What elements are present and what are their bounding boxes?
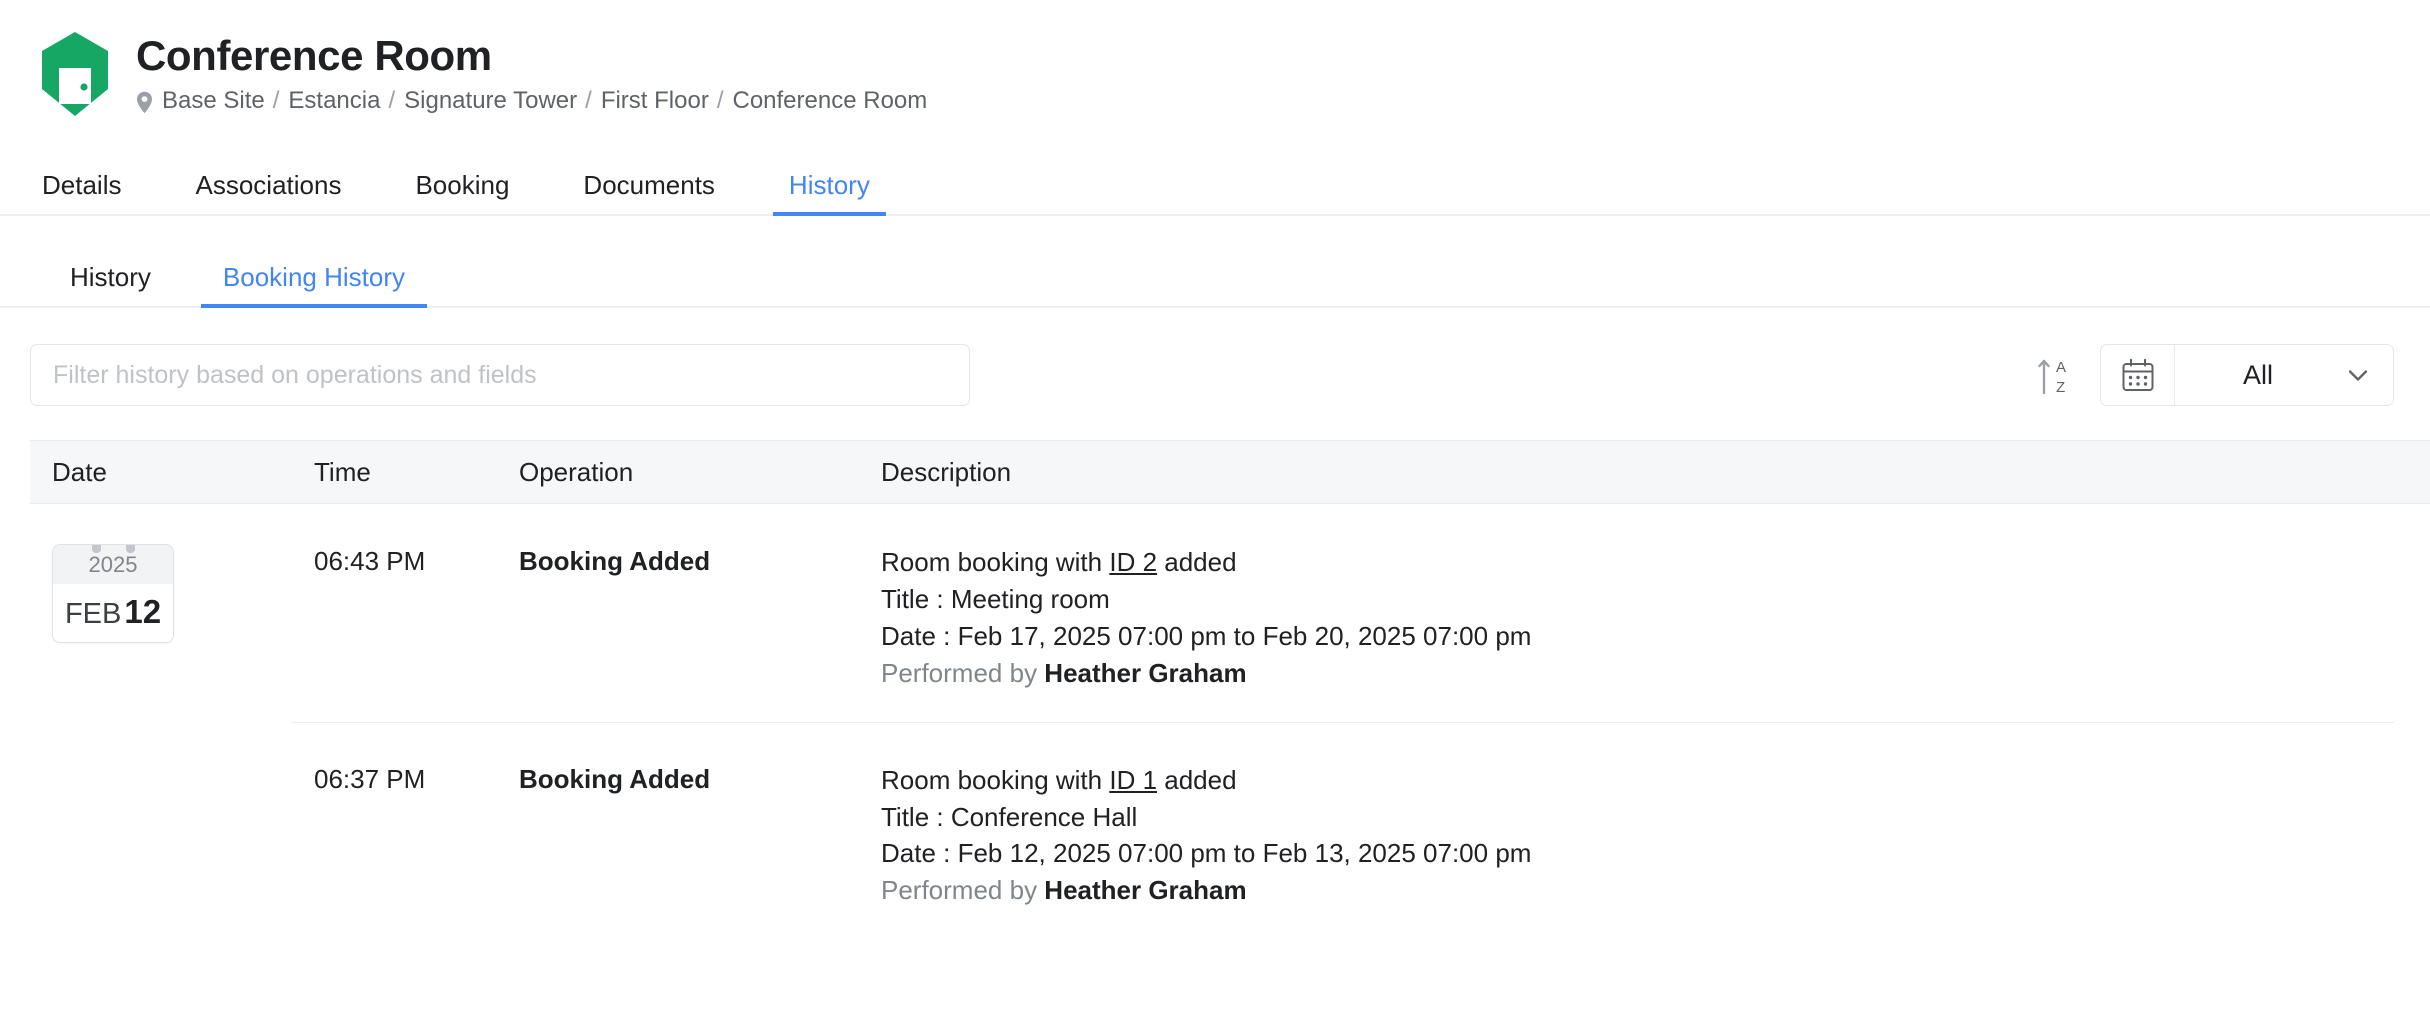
chevron-down-icon — [2345, 362, 2371, 388]
tab-associations[interactable]: Associations — [189, 172, 347, 214]
filter-history-input[interactable] — [30, 344, 970, 406]
column-header-description: Description — [881, 459, 2430, 485]
desc-suffix: added — [1157, 765, 1237, 795]
door-logo-icon — [36, 30, 114, 118]
date-chip-day-block: FEB12 — [53, 584, 173, 642]
table-header-row: Date Time Operation Description — [30, 440, 2430, 504]
breadcrumb-separator: / — [388, 89, 395, 113]
description-line-title: Title : Meeting room — [881, 581, 2430, 618]
date-filter-control-group: All — [2100, 344, 2394, 406]
row-operation: Booking Added — [519, 752, 881, 792]
performed-by-label: Performed by — [881, 875, 1044, 905]
booking-id-link[interactable]: ID 2 — [1109, 547, 1157, 577]
page-header: Conference Room Base Site / Estancia / S… — [0, 0, 2430, 118]
breadcrumb-item-0[interactable]: Base Site — [162, 89, 265, 113]
description-line-title: Title : Conference Hall — [881, 799, 2430, 836]
column-header-date: Date — [52, 459, 314, 485]
sub-tab-bar: History Booking History — [0, 244, 2430, 308]
desc-suffix: added — [1157, 547, 1237, 577]
desc-prefix: Room booking with — [881, 547, 1109, 577]
ring-right — [126, 544, 135, 553]
breadcrumb-separator: / — [585, 89, 592, 113]
breadcrumb-separator: / — [273, 89, 280, 113]
header-text-block: Conference Room Base Site / Estancia / S… — [136, 28, 927, 113]
toolbar: A Z All — [0, 344, 2430, 406]
column-header-operation: Operation — [519, 459, 881, 485]
desc-prefix: Room booking with — [881, 765, 1109, 795]
breadcrumb-separator: / — [717, 89, 724, 113]
table-row: 06:37 PM Booking Added Room booking with… — [30, 722, 2430, 940]
performed-by-name: Heather Graham — [1044, 658, 1246, 688]
breadcrumb-item-4[interactable]: Conference Room — [732, 89, 927, 113]
history-type-select[interactable]: All — [2175, 345, 2393, 405]
breadcrumb: Base Site / Estancia / Signature Tower /… — [136, 89, 927, 113]
table-row: 2025 FEB12 06:43 PM Booking Added Room b… — [30, 504, 2430, 722]
tab-history[interactable]: History — [783, 172, 876, 214]
column-header-time: Time — [314, 459, 519, 485]
description-line-date: Date : Feb 12, 2025 07:00 pm to Feb 13, … — [881, 835, 2430, 872]
row-date-cell: 2025 FEB12 — [52, 534, 314, 643]
description-line-performed-by: Performed by Heather Graham — [881, 872, 2430, 909]
subtab-booking-history[interactable]: Booking History — [215, 264, 413, 306]
row-time: 06:37 PM — [314, 752, 519, 792]
tab-documents[interactable]: Documents — [577, 172, 721, 214]
date-chip-rings — [53, 544, 173, 553]
performed-by-label: Performed by — [881, 658, 1044, 688]
date-chip-daynum: 12 — [124, 593, 161, 630]
booking-id-link[interactable]: ID 1 — [1109, 765, 1157, 795]
toolbar-right-controls: A Z All — [2034, 344, 2394, 406]
performed-by-name: Heather Graham — [1044, 875, 1246, 905]
subtab-history[interactable]: History — [62, 264, 159, 306]
breadcrumb-item-2[interactable]: Signature Tower — [404, 89, 577, 113]
svg-text:Z: Z — [2056, 379, 2065, 396]
ring-left — [92, 544, 101, 553]
tab-booking[interactable]: Booking — [409, 172, 515, 214]
page-title: Conference Room — [136, 32, 927, 79]
calendar-icon[interactable] — [2101, 345, 2175, 405]
location-pin-icon — [136, 91, 153, 114]
description-line-date: Date : Feb 17, 2025 07:00 pm to Feb 20, … — [881, 618, 2430, 655]
description-line-booking-id: Room booking with ID 2 added — [881, 544, 2430, 581]
tab-details[interactable]: Details — [36, 172, 127, 214]
date-chip: 2025 FEB12 — [52, 544, 174, 643]
svg-text:A: A — [2056, 359, 2066, 376]
description-line-booking-id: Room booking with ID 1 added — [881, 762, 2430, 799]
breadcrumb-item-1[interactable]: Estancia — [288, 89, 380, 113]
row-description: Room booking with ID 2 added Title : Mee… — [881, 534, 2430, 692]
date-chip-month: FEB — [65, 598, 121, 630]
row-description: Room booking with ID 1 added Title : Con… — [881, 752, 2430, 910]
history-type-select-value: All — [2197, 360, 2319, 391]
description-line-performed-by: Performed by Heather Graham — [881, 655, 2430, 692]
row-time: 06:43 PM — [314, 534, 519, 574]
history-table: Date Time Operation Description 2025 FEB… — [0, 440, 2430, 939]
primary-tab-bar: Details Associations Booking Documents H… — [0, 154, 2430, 216]
breadcrumb-item-3[interactable]: First Floor — [601, 89, 709, 113]
row-operation: Booking Added — [519, 534, 881, 574]
sort-ascending-az-icon[interactable]: A Z — [2034, 351, 2074, 399]
